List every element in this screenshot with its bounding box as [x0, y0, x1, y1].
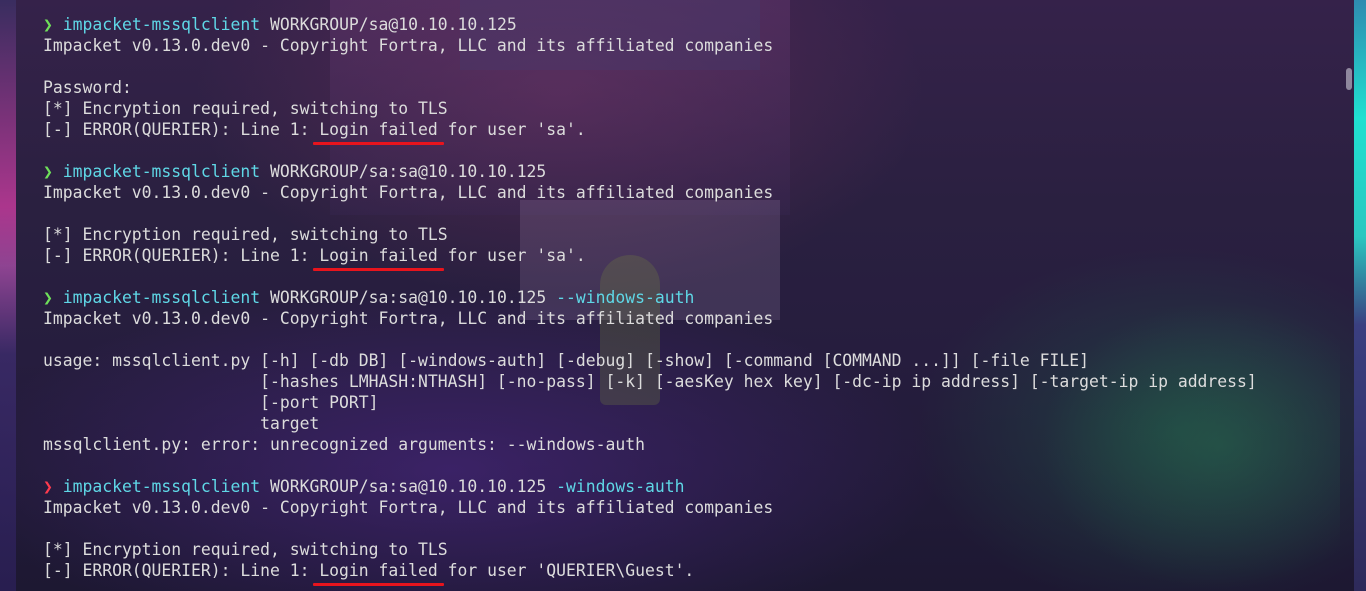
output-line: Password:	[43, 78, 132, 97]
output-line: Impacket v0.13.0.dev0 - Copyright Fortra…	[43, 36, 774, 55]
error-line: [-] ERROR(QUERIER): Line 1: Login failed…	[43, 560, 1346, 586]
command-line: ❯ impacket-mssqlclient WORKGROUP/sa:sa@1…	[43, 476, 1346, 497]
command-line: ❯ impacket-mssqlclient WORKGROUP/sa:sa@1…	[43, 161, 1346, 182]
wallpaper-left-edge	[0, 0, 16, 591]
error-prefix: [-] ERROR(QUERIER): Line 1:	[43, 561, 320, 580]
output-line: Impacket v0.13.0.dev0 - Copyright Fortra…	[43, 183, 774, 202]
command-args: WORKGROUP/sa:sa@10.10.10.125	[260, 162, 547, 181]
terminal-scrollbar[interactable]	[1346, 68, 1352, 90]
command-line: ❯ impacket-mssqlclient WORKGROUP/sa@10.1…	[43, 14, 1346, 35]
command-name: impacket-mssqlclient	[62, 15, 261, 34]
error-line: [-] ERROR(QUERIER): Line 1: Login failed…	[43, 245, 1346, 271]
red-underline-annotation	[313, 268, 444, 271]
error-line: [-] ERROR(QUERIER): Line 1: Login failed…	[43, 119, 1346, 145]
output-line: [-hashes LMHASH:NTHASH] [-no-pass] [-k] …	[43, 372, 1257, 391]
command-name: impacket-mssqlclient	[62, 477, 261, 496]
output-line: Impacket v0.13.0.dev0 - Copyright Fortra…	[43, 498, 774, 517]
terminal-output[interactable]: ❯ impacket-mssqlclient WORKGROUP/sa@10.1…	[43, 14, 1346, 586]
output-line: [*] Encryption required, switching to TL…	[43, 99, 448, 118]
prompt-ok-icon: ❯	[43, 288, 53, 307]
red-underline-annotation	[313, 583, 444, 586]
command-args: WORKGROUP/sa:sa@10.10.10.125	[260, 477, 557, 496]
command-option: --windows-auth	[556, 288, 695, 307]
command-name: impacket-mssqlclient	[62, 162, 261, 181]
output-line: usage: mssqlclient.py [-h] [-db DB] [-wi…	[43, 351, 1090, 370]
red-underline-annotation	[313, 142, 444, 145]
output-line: target	[43, 414, 320, 433]
login-failed-highlight: Login failed	[313, 560, 444, 586]
command-args: WORKGROUP/sa:sa@10.10.10.125	[260, 288, 557, 307]
prompt-error-icon: ❯	[43, 477, 53, 496]
output-line: [-port PORT]	[43, 393, 379, 412]
command-args: WORKGROUP/sa@10.10.10.125	[260, 15, 517, 34]
command-line: ❯ impacket-mssqlclient WORKGROUP/sa:sa@1…	[43, 287, 1346, 308]
error-prefix: [-] ERROR(QUERIER): Line 1:	[43, 120, 320, 139]
error-suffix: for user 'sa'.	[437, 246, 586, 265]
login-failed-highlight: Login failed	[313, 245, 444, 271]
error-suffix: for user 'QUERIER\Guest'.	[437, 561, 695, 580]
command-name: impacket-mssqlclient	[62, 288, 261, 307]
prompt-ok-icon: ❯	[43, 162, 53, 181]
output-line: [*] Encryption required, switching to TL…	[43, 540, 448, 559]
output-line: Impacket v0.13.0.dev0 - Copyright Fortra…	[43, 309, 774, 328]
prompt-ok-icon: ❯	[43, 15, 53, 34]
error-prefix: [-] ERROR(QUERIER): Line 1:	[43, 246, 320, 265]
login-failed-highlight: Login failed	[313, 119, 444, 145]
command-option: -windows-auth	[556, 477, 685, 496]
output-line: [*] Encryption required, switching to TL…	[43, 225, 448, 244]
error-suffix: for user 'sa'.	[437, 120, 586, 139]
output-line: mssqlclient.py: error: unrecognized argu…	[43, 435, 645, 454]
wallpaper-right-edge	[1354, 0, 1366, 591]
